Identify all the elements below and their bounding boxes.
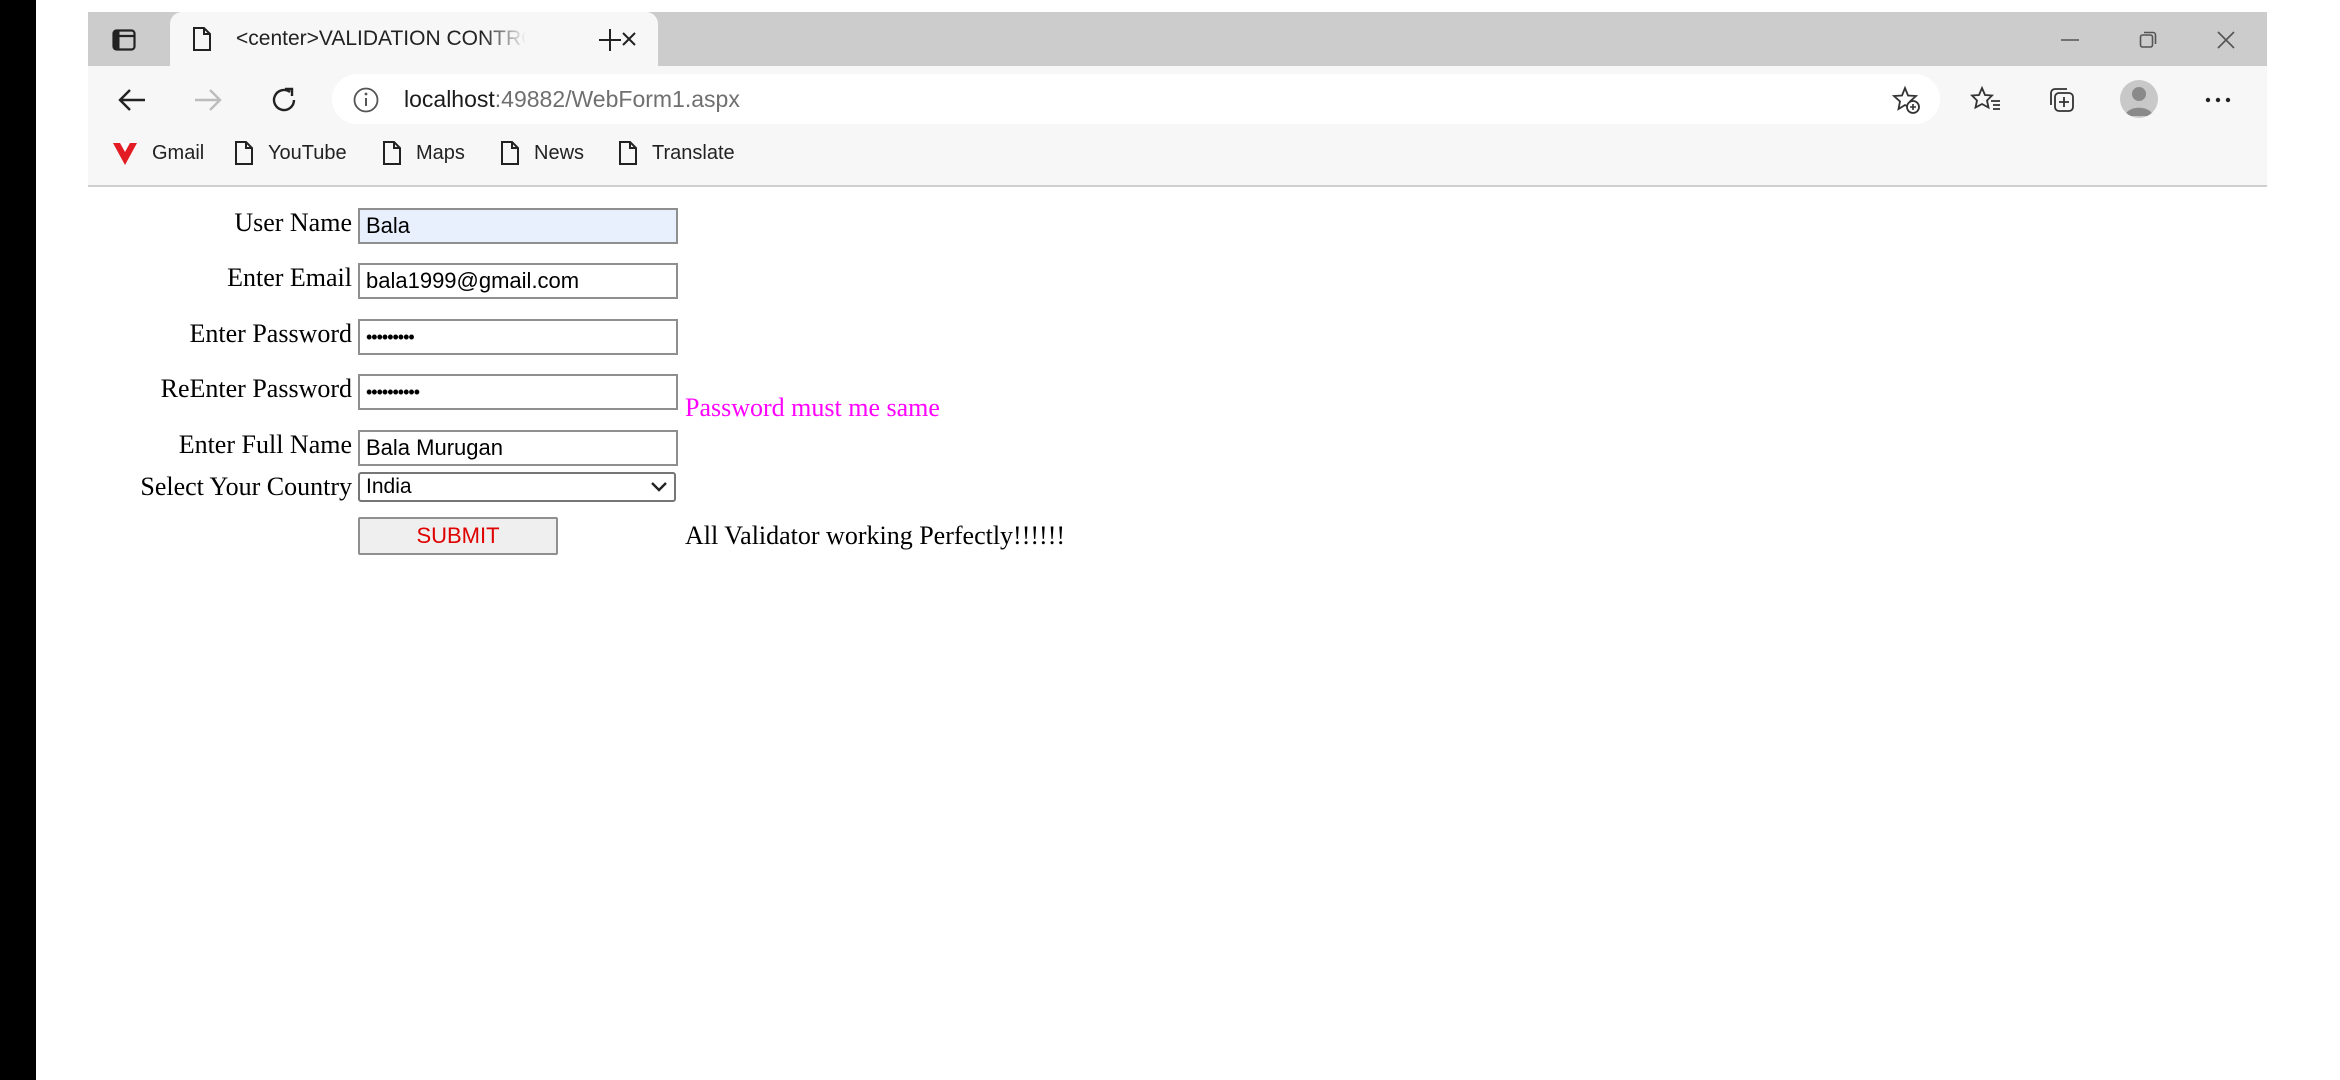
bookmark-gmail[interactable]: Gmail	[112, 138, 204, 168]
page-icon	[619, 141, 637, 165]
username-input[interactable]: Bala	[358, 208, 678, 244]
repassword-input[interactable]: ••••••••••	[358, 374, 678, 410]
bookmark-label: Maps	[416, 141, 465, 164]
password-input[interactable]: •••••••••	[358, 319, 678, 355]
minimize-button[interactable]	[2040, 20, 2100, 60]
validation-success-message: All Validator working Perfectly!!!!!!	[685, 521, 1066, 550]
bookmark-translate[interactable]: Translate	[618, 138, 735, 168]
gmail-icon	[113, 143, 137, 165]
fullname-label: Enter Full Name	[178, 430, 352, 459]
username-label: User Name	[234, 208, 352, 237]
password-label: Enter Password	[189, 319, 352, 348]
forward-button[interactable]	[186, 78, 230, 122]
email-label: Enter Email	[227, 263, 352, 292]
url-host: localhost	[404, 86, 495, 112]
bookmark-label: News	[534, 141, 585, 164]
bookmark-label: Gmail	[152, 141, 205, 164]
refresh-button[interactable]	[262, 78, 306, 122]
chevron-down-icon	[650, 479, 668, 495]
bookmark-youtube[interactable]: YouTube	[234, 138, 347, 168]
country-label: Select Your Country	[140, 472, 352, 501]
tab-actions-button[interactable]	[104, 23, 144, 57]
browser-window: <center>VALIDATION CONTROLS</center>	[88, 12, 2267, 187]
tab-actions-icon	[112, 29, 136, 51]
collections-icon	[2050, 88, 2074, 112]
minimize-icon	[2061, 39, 2079, 41]
repassword-label: ReEnter Password	[160, 374, 352, 403]
browser-toolbar: localhost:49882/WebForm1.aspx	[88, 66, 2267, 130]
plus-icon	[599, 29, 621, 51]
page-icon	[383, 141, 401, 165]
page-icon	[192, 24, 216, 54]
close-window-button[interactable]	[2196, 20, 2256, 60]
arrow-right-icon	[195, 89, 222, 111]
more-dots-icon	[2205, 97, 2231, 103]
favorites-button[interactable]	[1964, 78, 2008, 122]
tab-title: <center>VALIDATION CONTROLS</center>	[236, 27, 526, 50]
favorites-icon	[1970, 85, 2000, 110]
url-path: :49882/WebForm1.aspx	[494, 86, 740, 112]
submit-button[interactable]: SUBMIT	[358, 517, 558, 555]
url-text: localhost:49882/WebForm1.aspx	[404, 84, 740, 114]
country-select[interactable]: India	[358, 472, 676, 502]
tab-strip: <center>VALIDATION CONTROLS</center>	[88, 12, 2267, 66]
more-menu-button[interactable]	[2196, 78, 2240, 122]
bookmark-maps[interactable]: Maps	[382, 138, 465, 168]
bookmarks-bar: Gmail YouTube Maps News Translate	[88, 130, 2267, 174]
restore-icon	[2139, 31, 2157, 48]
bookmark-label: YouTube	[268, 141, 347, 164]
collections-button[interactable]	[2040, 78, 2084, 122]
page-content: User Name Bala Enter Email bala1999@gmai…	[0, 188, 2340, 1080]
bookmark-label: Translate	[652, 141, 735, 164]
arrow-left-icon	[118, 89, 145, 111]
close-icon	[2217, 31, 2235, 49]
page-icon	[235, 141, 253, 165]
tab-active[interactable]: <center>VALIDATION CONTROLS</center>	[170, 12, 658, 66]
bookmark-news[interactable]: News	[500, 138, 584, 168]
star-add-icon	[1891, 85, 1920, 114]
user-icon	[2125, 87, 2153, 116]
fullname-input[interactable]: Bala Murugan	[358, 430, 678, 466]
new-tab-button[interactable]	[588, 24, 632, 56]
restore-button[interactable]	[2118, 20, 2178, 60]
page-icon	[501, 141, 519, 165]
info-icon[interactable]	[352, 86, 380, 114]
email-input[interactable]: bala1999@gmail.com	[358, 263, 678, 299]
country-selected-value: India	[366, 475, 412, 498]
back-button[interactable]	[110, 78, 154, 122]
address-bar[interactable]: localhost:49882/WebForm1.aspx	[332, 74, 1940, 124]
profile-avatar[interactable]	[2120, 80, 2158, 118]
refresh-icon	[272, 87, 296, 112]
password-mismatch-error: Password must me same	[685, 393, 940, 422]
add-favorite-button[interactable]	[1890, 84, 1922, 116]
